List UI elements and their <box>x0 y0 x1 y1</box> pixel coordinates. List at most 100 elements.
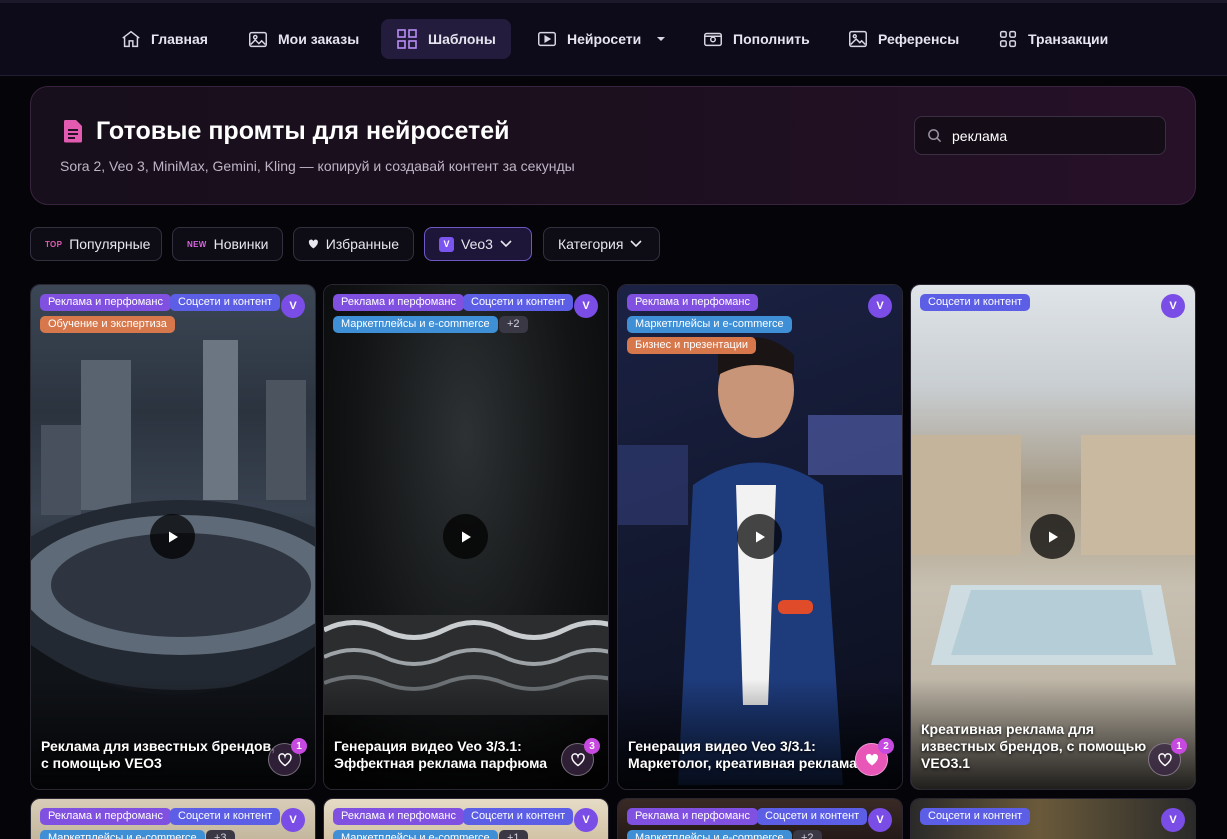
filter-category[interactable]: Категория <box>543 227 660 261</box>
model-badge: V <box>281 808 305 832</box>
model-badge: V <box>574 808 598 832</box>
model-badge: V <box>574 294 598 318</box>
hero-panel: Готовые промты для нейросетей Sora 2, Ve… <box>30 86 1196 205</box>
heart-icon <box>308 239 318 249</box>
nav-top-up[interactable]: Пополнить <box>688 19 824 59</box>
chevron-down-icon <box>500 240 512 248</box>
category-tag: Соцсети и контент <box>170 808 281 825</box>
category-tag: Реклама и перфоманс <box>40 294 171 311</box>
nav-references-label: Референсы <box>878 31 960 47</box>
like-button[interactable]: 2 <box>855 738 894 776</box>
heart-outline-icon <box>277 753 292 767</box>
card-title: Генерация видео Veo 3/3.1: Эффектная рек… <box>334 738 548 771</box>
category-tag: Маркетплейсы и e-commerce <box>333 830 498 839</box>
filter-new[interactable]: NEW Новинки <box>172 227 283 261</box>
play-button[interactable] <box>443 514 488 559</box>
page-subtitle: Sora 2, Veo 3, MiniMax, Gemini, Kling — … <box>60 158 575 174</box>
category-tag: Соцсети и контент <box>920 294 1031 311</box>
more-tags-badge[interactable]: +2 <box>793 830 822 839</box>
filter-category-label: Категория <box>558 236 624 252</box>
heart-outline-icon <box>1157 753 1172 767</box>
template-card[interactable]: Реклама и перфоманс Соцсети и контент Об… <box>30 284 316 790</box>
category-tag: Соцсети и контент <box>170 294 281 311</box>
play-icon <box>1048 531 1058 542</box>
filter-favorites[interactable]: Избранные <box>293 227 414 261</box>
like-count: 2 <box>878 738 894 754</box>
play-icon <box>755 531 765 542</box>
nav-home[interactable]: Главная <box>106 19 222 59</box>
like-button[interactable]: 1 <box>1148 738 1187 776</box>
play-icon <box>461 531 471 542</box>
card-overlay <box>31 679 315 789</box>
template-card[interactable]: Реклама и перфоманс Соцсети и контент Ма… <box>323 284 609 790</box>
chevron-down-icon <box>657 37 666 41</box>
like-count: 1 <box>291 738 307 754</box>
nav-transactions-label: Транзакции <box>1028 31 1109 47</box>
page-title: Готовые промты для нейросетей <box>96 117 510 145</box>
category-tag: Реклама и перфоманс <box>627 808 758 825</box>
nav-neural-networks[interactable]: Нейросети <box>522 19 680 59</box>
like-button[interactable]: 3 <box>561 738 600 776</box>
search-input[interactable] <box>952 127 1142 144</box>
nav-templates[interactable]: Шаблоны <box>381 19 511 59</box>
image-icon <box>249 31 267 48</box>
heart-filled-icon <box>865 753 878 766</box>
template-card[interactable]: Реклама и перфоманс Соцсети и контент Ма… <box>30 798 316 839</box>
filter-popular-label: Популярные <box>69 236 151 252</box>
category-tag: Бизнес и презентации <box>627 337 757 354</box>
filter-model[interactable]: V Veo3 <box>424 227 532 261</box>
category-tag: Маркетплейсы и e-commerce <box>627 830 792 839</box>
model-badge: V <box>1161 808 1185 832</box>
play-button[interactable] <box>737 514 782 559</box>
model-badge: V <box>868 294 892 318</box>
card-title: Креативная реклама для известных брендов… <box>921 721 1147 771</box>
play-button[interactable] <box>1030 514 1075 559</box>
nav-references[interactable]: Референсы <box>833 19 973 59</box>
veo-badge: V <box>439 236 454 252</box>
grid-icon <box>397 29 417 49</box>
heart-outline-icon <box>570 753 585 767</box>
category-tag: Реклама и перфоманс <box>40 808 171 825</box>
template-card[interactable]: Соцсети и контент V Креативная реклама д… <box>910 284 1196 790</box>
filter-popular[interactable]: TOP Популярные <box>30 227 162 261</box>
nav-templates-label: Шаблоны <box>428 31 496 47</box>
search-box[interactable] <box>914 116 1166 155</box>
play-icon <box>168 531 178 542</box>
category-tag: Маркетплейсы и e-commerce <box>333 316 498 333</box>
template-card[interactable]: Реклама и перфоманс Соцсети и контент Ма… <box>323 798 609 839</box>
like-count: 1 <box>1171 738 1187 754</box>
more-tags-badge[interactable]: +3 <box>206 830 235 839</box>
filter-model-label: Veo3 <box>461 236 493 252</box>
search-icon <box>928 129 942 143</box>
top-navigation: Главная Мои заказы Шаблоны Нейросети Поп… <box>0 0 1227 76</box>
nav-neural-networks-label: Нейросети <box>567 31 642 47</box>
like-count: 3 <box>584 738 600 754</box>
filter-favorites-label: Избранные <box>325 236 399 252</box>
like-button[interactable]: 1 <box>268 738 307 776</box>
video-icon <box>538 31 556 47</box>
card-title: Генерация видео Veo 3/3.1: Маркетолог, к… <box>628 738 861 771</box>
model-badge: V <box>281 294 305 318</box>
play-button[interactable] <box>150 514 195 559</box>
more-tags-badge[interactable]: +2 <box>499 316 528 333</box>
template-card[interactable]: Реклама и перфоманс Маркетплейсы и e-com… <box>617 284 903 790</box>
home-icon <box>122 30 140 48</box>
more-tags-badge[interactable]: +1 <box>499 830 528 839</box>
category-tag: Маркетплейсы и e-commerce <box>40 830 205 839</box>
card-overlay <box>618 679 902 789</box>
nav-transactions[interactable]: Транзакции <box>983 19 1122 59</box>
new-badge: NEW <box>187 239 207 249</box>
nav-my-orders-label: Мои заказы <box>278 31 360 47</box>
picture-icon <box>849 30 867 48</box>
nav-my-orders[interactable]: Мои заказы <box>233 19 373 59</box>
wallet-icon <box>704 32 722 47</box>
model-badge: V <box>1161 294 1185 318</box>
category-tag: Реклама и перфоманс <box>627 294 758 311</box>
nav-home-label: Главная <box>151 31 208 47</box>
template-card[interactable]: Реклама и перфоманс Соцсети и контент Ма… <box>617 798 903 839</box>
top-badge: TOP <box>45 239 63 249</box>
nav-top-up-label: Пополнить <box>733 31 810 47</box>
template-card[interactable]: Соцсети и контент V <box>910 798 1196 839</box>
category-tag: Соцсети и контент <box>463 294 574 311</box>
model-badge: V <box>868 808 892 832</box>
